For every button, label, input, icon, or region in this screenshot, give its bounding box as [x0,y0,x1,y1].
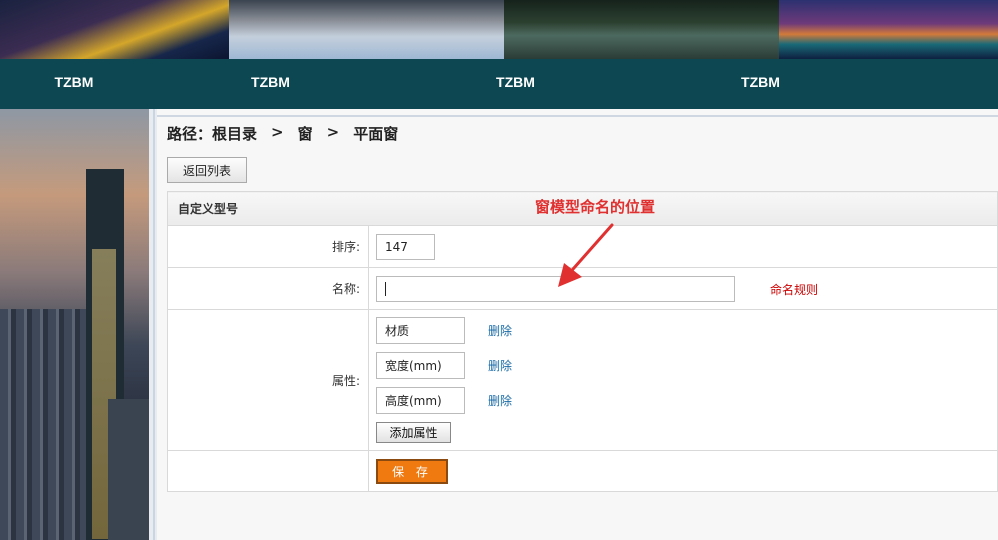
annotation-arrow-icon [558,223,614,287]
back-to-list-button[interactable]: 返回列表 [167,157,247,183]
delete-attribute-link[interactable]: 删除 [488,392,512,409]
breadcrumb-level1[interactable]: 窗 [298,123,313,144]
attribute-input-width[interactable]: 宽度(mm) [376,352,465,379]
attribute-input-height[interactable]: 高度(mm) [376,387,465,414]
breadcrumb-level2: 平面窗 [353,125,399,143]
attribute-row: 宽度(mm) 删除 [376,352,997,379]
breadcrumb-separator: > [326,123,340,141]
attribute-input-material[interactable]: 材质 [376,317,465,344]
annotation-text: 窗模型命名的位置 [535,198,656,216]
delete-attribute-link[interactable]: 删除 [488,322,512,339]
banner-image-3 [504,0,779,59]
banner-image-1 [0,0,229,59]
side-divider [149,109,157,540]
main-content: 路径：根目录 > 窗 > 平面窗 返回列表 自定义型号 排序: 147 名称: … [157,109,998,540]
naming-rule-link[interactable]: 命名规则 [770,281,818,298]
nav-item-3[interactable]: TZBM [393,59,638,109]
delete-attribute-link[interactable]: 删除 [488,357,512,374]
nav-item-4[interactable]: TZBM [638,59,883,109]
breadcrumb-root[interactable]: 路径：根目录 [167,123,257,144]
side-photo [0,109,149,540]
breadcrumb: 路径：根目录 > 窗 > 平面窗 [167,123,398,144]
attribute-row: 高度(mm) 删除 [376,387,997,414]
name-label: 名称: [167,267,369,310]
sort-label: 排序: [167,225,369,268]
breadcrumb-separator: > [271,123,284,141]
banner-image-2 [229,0,504,59]
banner-image-4 [779,0,998,59]
save-button[interactable]: 保 存 [376,458,448,484]
add-attribute-button[interactable]: 添加属性 [376,422,451,443]
nav-item-1[interactable]: TZBM [0,59,148,109]
main-nav: TZBM TZBM TZBM TZBM [0,59,998,109]
attribute-row: 材质 删除 [376,317,997,344]
attributes-label: 属性: [167,309,369,451]
top-banner [0,0,998,59]
sort-input[interactable]: 147 [376,233,435,260]
nav-item-2[interactable]: TZBM [148,59,393,109]
